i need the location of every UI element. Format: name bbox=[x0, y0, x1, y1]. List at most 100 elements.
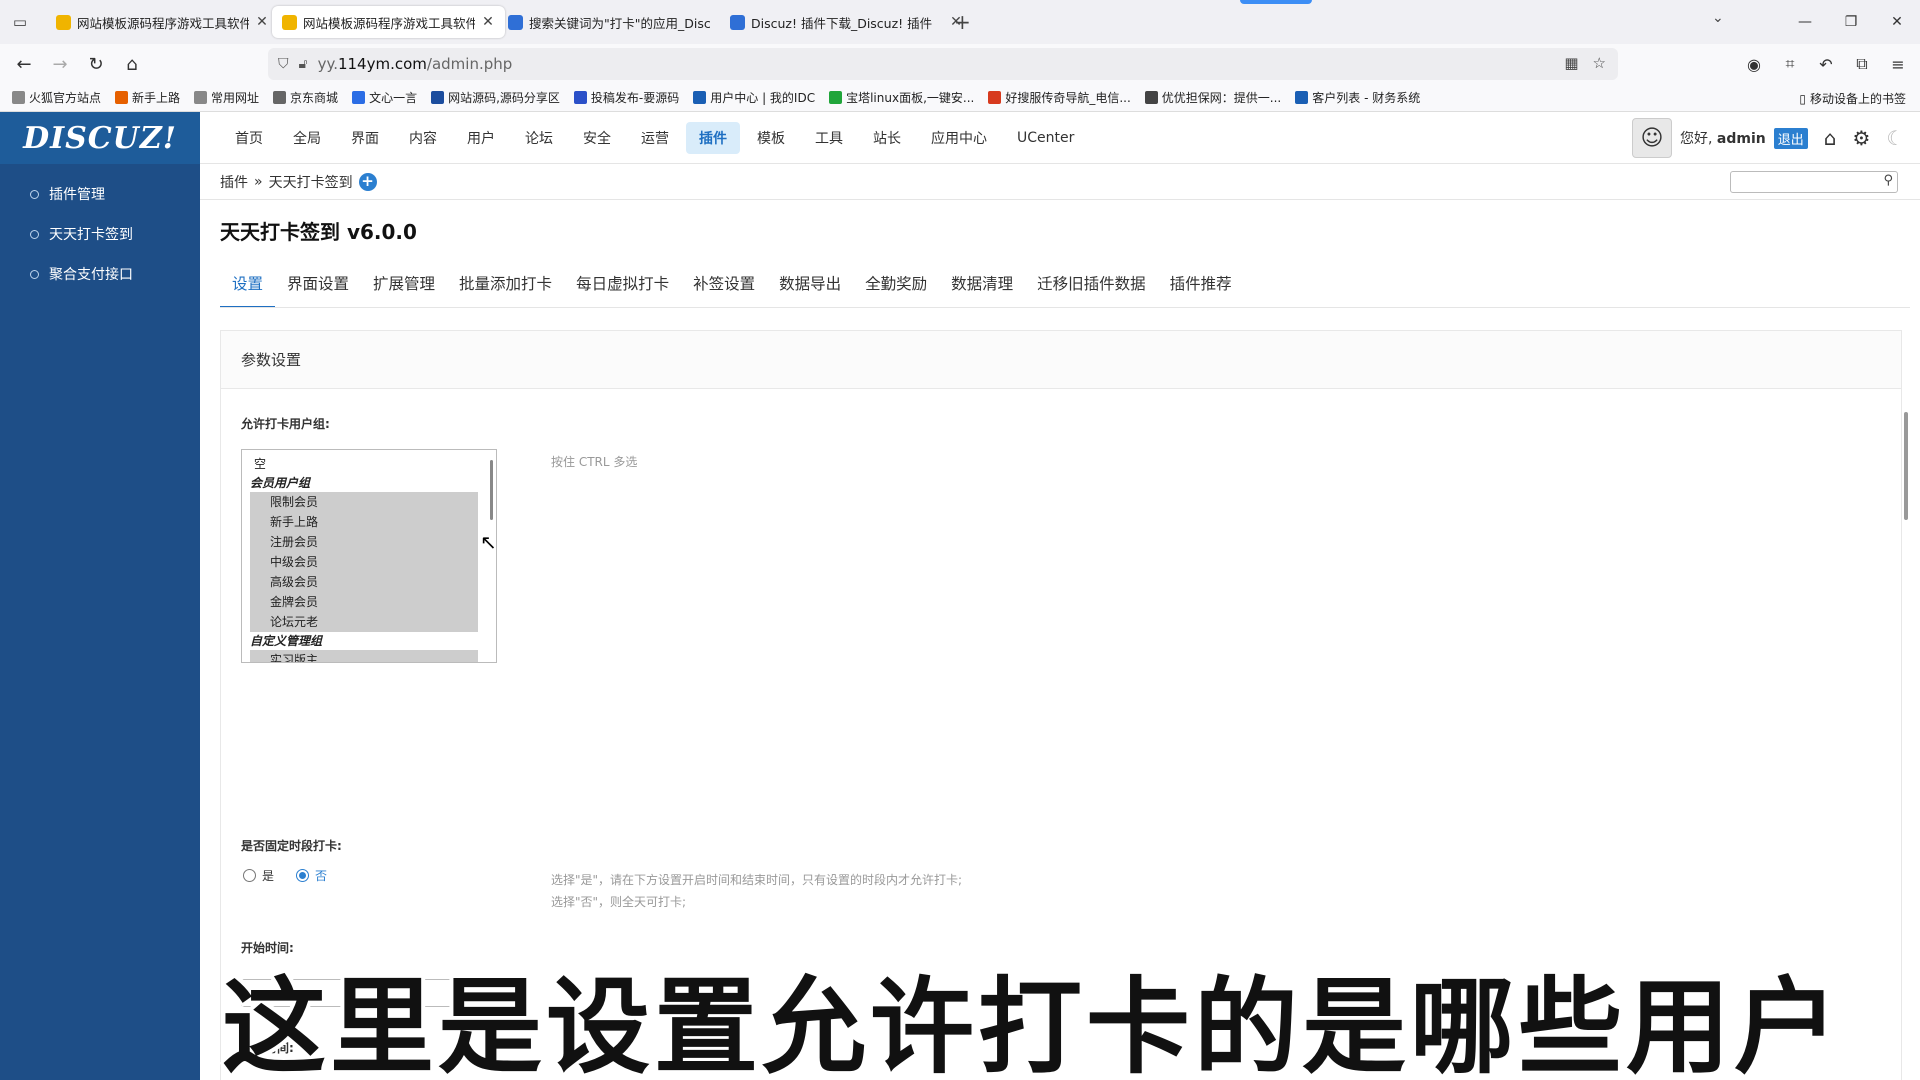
search-icon[interactable]: ⚲ bbox=[1883, 173, 1893, 188]
menu-item[interactable]: 安全 bbox=[570, 122, 624, 154]
bookmark-item[interactable]: 文心一言 bbox=[352, 89, 417, 106]
screenshot-icon[interactable]: ⌗ bbox=[1772, 46, 1808, 82]
new-tab-icon[interactable]: + bbox=[954, 10, 971, 34]
bookmark-item[interactable]: 火狐官方站点 bbox=[12, 89, 101, 106]
chevron-down-icon[interactable]: ⌄ bbox=[1712, 10, 1724, 26]
radio-button-checked[interactable] bbox=[296, 869, 310, 882]
bookmark-item[interactable]: 投稿发布-要源码 bbox=[573, 89, 679, 106]
settings-tab[interactable]: 数据清理 bbox=[939, 266, 1025, 308]
close-window-icon[interactable]: ✕ bbox=[1874, 0, 1920, 44]
lock-icon[interactable]: 🔓︎ bbox=[299, 56, 308, 72]
close-tab-icon[interactable]: ✕ bbox=[255, 14, 269, 30]
menu-item[interactable]: 插件 bbox=[686, 122, 740, 154]
select-option-selected[interactable]: 实习版主 bbox=[250, 650, 478, 662]
moon-icon[interactable]: ☾ bbox=[1886, 126, 1904, 150]
select-option-selected[interactable]: 金牌会员 bbox=[250, 592, 478, 612]
bookmark-item[interactable]: 好搜服传奇导航_电信... bbox=[988, 89, 1131, 106]
avatar[interactable]: ☺ bbox=[1632, 118, 1672, 158]
bookmark-star-icon[interactable]: ☆ bbox=[1593, 54, 1606, 72]
settings-tab[interactable]: 设置 bbox=[220, 266, 276, 308]
add-shortcut-icon[interactable]: + bbox=[358, 172, 377, 191]
minimize-icon[interactable]: — bbox=[1782, 0, 1828, 44]
gear-icon[interactable]: ⚙ bbox=[1852, 126, 1870, 150]
select-optgroup[interactable]: 会员用户组 bbox=[250, 474, 488, 492]
browser-tab-2[interactable]: 网站模板源码程序游戏工具软件 ✕ bbox=[272, 6, 505, 38]
shield-icon[interactable]: ⛉ bbox=[278, 56, 289, 72]
menu-item[interactable]: 工具 bbox=[802, 122, 856, 154]
breadcrumb-parent[interactable]: 插件 bbox=[220, 172, 248, 192]
bookmark-item[interactable]: 新手上路 bbox=[115, 89, 180, 106]
menu-item[interactable]: 站长 bbox=[860, 122, 914, 154]
select-option-selected[interactable]: 中级会员 bbox=[250, 552, 478, 572]
settings-tab[interactable]: 扩展管理 bbox=[361, 266, 447, 308]
home-icon[interactable]: ⌂ bbox=[1824, 126, 1837, 150]
menu-item[interactable]: 论坛 bbox=[512, 122, 566, 154]
bookmark-item[interactable]: 客户列表 - 财务系统 bbox=[1295, 89, 1420, 106]
tab-favicon bbox=[730, 14, 745, 30]
browser-tab-3[interactable]: 搜索关键词为"打卡"的应用_Disc ✕ bbox=[498, 6, 751, 38]
settings-tab[interactable]: 数据导出 bbox=[767, 266, 853, 308]
bookmark-label: 网站源码,源码分享区 bbox=[448, 91, 560, 105]
select-option-selected[interactable]: 新手上路 bbox=[250, 512, 478, 532]
usergroup-multiselect[interactable]: 空会员用户组 限制会员 新手上路 注册会员 中级会员 高级会员 金牌会员 论坛元老 自定义管理组… bbox=[241, 449, 497, 663]
discuz-logo[interactable]: DISCUZ! bbox=[0, 112, 200, 164]
logout-button[interactable]: 退出 bbox=[1773, 127, 1808, 149]
admin-search-input[interactable]: ⚲ bbox=[1730, 171, 1898, 193]
browser-tab-4[interactable]: Discuz! 插件下载_Discuz! 插件 ✕ bbox=[720, 6, 973, 38]
sidebar-item[interactable]: 天天打卡签到 bbox=[0, 214, 200, 254]
menu-item[interactable]: 首页 bbox=[222, 122, 276, 154]
fixed-time-no[interactable]: 否 bbox=[296, 867, 327, 884]
settings-tab[interactable]: 插件推荐 bbox=[1158, 266, 1244, 308]
tab-title: 网站模板源码程序游戏工具软件 bbox=[77, 15, 249, 31]
settings-tab[interactable]: 界面设置 bbox=[275, 266, 361, 308]
settings-tab[interactable]: 迁移旧插件数据 bbox=[1025, 266, 1158, 308]
mobile-bookmarks[interactable]: ▯ 移动设备上的书签 bbox=[1799, 90, 1906, 107]
select-option-selected[interactable]: 高级会员 bbox=[250, 572, 478, 592]
multiselect-scrollbar[interactable] bbox=[490, 460, 493, 520]
select-option-selected[interactable]: 注册会员 bbox=[250, 532, 478, 552]
bookmark-item[interactable]: 用户中心 | 我的IDC bbox=[693, 89, 815, 106]
bookmark-item[interactable]: 常用网址 bbox=[194, 89, 259, 106]
menu-item[interactable]: 界面 bbox=[338, 122, 392, 154]
menu-item[interactable]: 应用中心 bbox=[918, 122, 1000, 154]
select-option-selected[interactable]: 限制会员 bbox=[250, 492, 478, 512]
bookmark-item[interactable]: 优优担保网：提供一... bbox=[1144, 89, 1281, 106]
settings-tab[interactable]: 补签设置 bbox=[681, 266, 767, 308]
back-arrow-icon[interactable]: ← bbox=[6, 46, 42, 82]
forward-arrow-icon[interactable]: → bbox=[42, 46, 78, 82]
close-tab-icon[interactable]: ✕ bbox=[481, 14, 495, 30]
menu-item[interactable]: UCenter bbox=[1004, 122, 1087, 154]
sidebar-item[interactable]: 插件管理 bbox=[0, 174, 200, 214]
menu-item[interactable]: 全局 bbox=[280, 122, 334, 154]
radio-button[interactable] bbox=[243, 869, 256, 882]
url-text[interactable]: yy.114ym.com/admin.php bbox=[318, 55, 513, 73]
bookmark-item[interactable]: 宝塔linux面板,一键安... bbox=[829, 89, 974, 106]
page-scrollbar[interactable] bbox=[1904, 412, 1908, 520]
extensions-icon[interactable]: ⧉ bbox=[1844, 46, 1880, 82]
bookmark-item[interactable]: 网站源码,源码分享区 bbox=[431, 89, 560, 106]
address-bar[interactable]: ⛉ 🔓︎ yy.114ym.com/admin.php ▦ ☆ bbox=[268, 48, 1618, 80]
select-option-selected[interactable]: 论坛元老 bbox=[250, 612, 478, 632]
select-option[interactable]: 空 bbox=[250, 454, 488, 474]
sidebar-item[interactable]: 聚合支付接口 bbox=[0, 254, 200, 294]
select-optgroup[interactable]: 自定义管理组 bbox=[250, 632, 488, 650]
settings-tab[interactable]: 每日虚拟打卡 bbox=[564, 266, 681, 308]
url-domain: 114ym.com bbox=[337, 55, 427, 73]
settings-tab[interactable]: 全勤奖励 bbox=[853, 266, 939, 308]
qr-code-icon[interactable]: ▦ bbox=[1564, 54, 1578, 72]
bookmark-item[interactable]: 京东商城 bbox=[273, 89, 338, 106]
fixed-time-yes[interactable]: 是 bbox=[243, 867, 274, 884]
home-icon[interactable]: ⌂ bbox=[114, 46, 150, 82]
undo-icon[interactable]: ↶ bbox=[1808, 46, 1844, 82]
menu-icon[interactable]: ≡ bbox=[1880, 46, 1916, 82]
menu-item[interactable]: 用户 bbox=[454, 122, 508, 154]
restore-icon[interactable]: ❐ bbox=[1828, 0, 1874, 44]
menu-item[interactable]: 模板 bbox=[744, 122, 798, 154]
reload-icon[interactable]: ↻ bbox=[78, 46, 114, 82]
menu-item[interactable]: 内容 bbox=[396, 122, 450, 154]
account-icon[interactable]: ◉ bbox=[1736, 46, 1772, 82]
browser-tab-1[interactable]: 网站模板源码程序游戏工具软件 ✕ bbox=[46, 6, 279, 38]
tab-list-icon[interactable]: ▭ bbox=[8, 10, 32, 34]
settings-tab[interactable]: 批量添加打卡 bbox=[447, 266, 564, 308]
menu-item[interactable]: 运营 bbox=[628, 122, 682, 154]
